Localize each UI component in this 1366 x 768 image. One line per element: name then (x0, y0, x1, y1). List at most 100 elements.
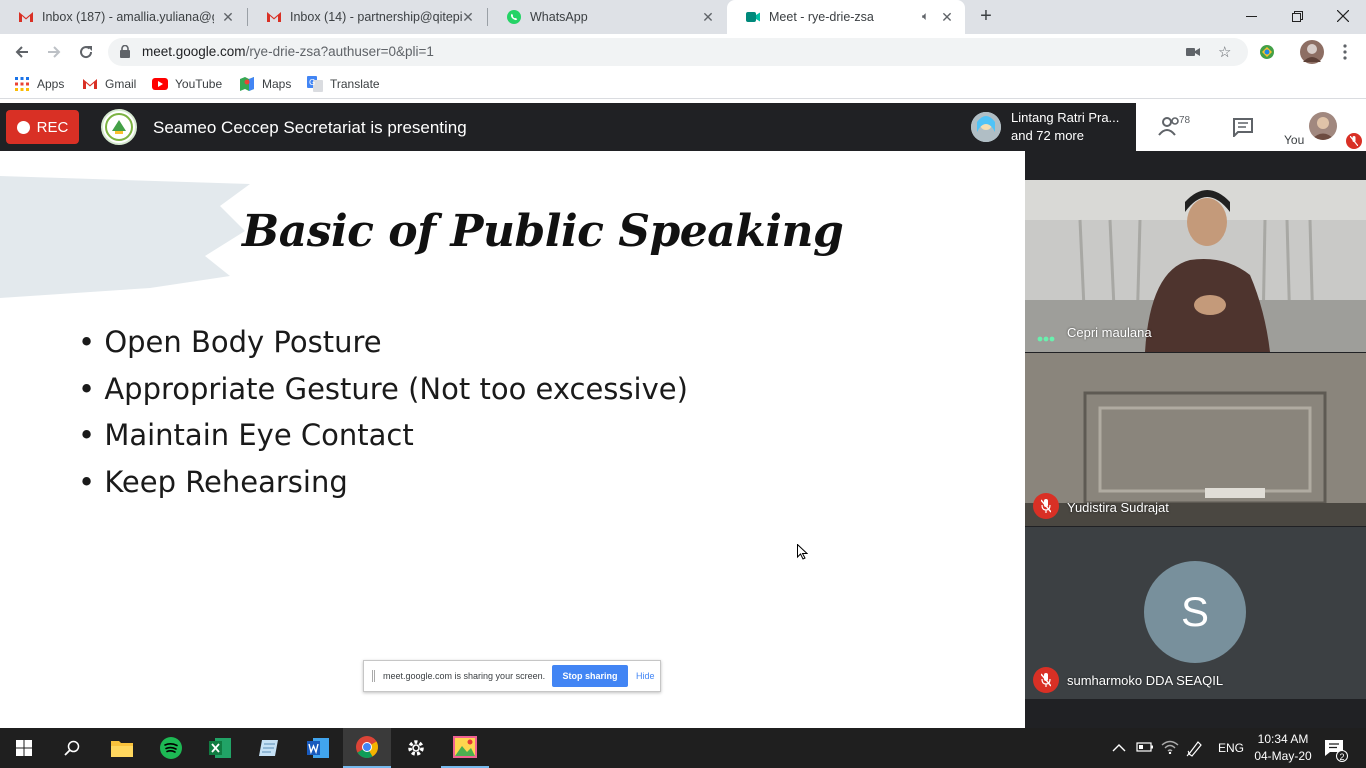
profile-avatar[interactable] (1298, 38, 1326, 66)
camera-icon[interactable] (1186, 45, 1200, 63)
tab-title: Meet - rye-drie-zsa (769, 10, 874, 24)
participant-name: Cepri maulana (1067, 325, 1152, 340)
forward-button[interactable] (40, 38, 68, 66)
self-label: You (1284, 133, 1305, 147)
windows-start-icon[interactable] (0, 728, 48, 768)
spotify-icon[interactable] (147, 728, 195, 768)
pen-ink-icon[interactable] (1186, 739, 1204, 762)
clock-time[interactable]: 10:34 AM (1256, 732, 1310, 746)
url-host: meet.google.com (142, 44, 246, 59)
slide-bullet: • Keep Rehearsing (78, 465, 348, 499)
settings-gear-icon[interactable] (392, 728, 440, 768)
participant-chip-name: Lintang Ratri Pra... (1011, 110, 1120, 125)
excel-icon[interactable] (196, 728, 244, 768)
slide-title: Basic of Public Speaking (242, 206, 844, 257)
gmail-icon (266, 9, 282, 25)
tab-title: Inbox (14) - partnership@qitepin (290, 10, 462, 24)
mic-off-icon (1033, 667, 1059, 693)
youtube-icon (152, 76, 168, 92)
bookmark-youtube[interactable]: YouTube (152, 76, 222, 92)
close-window-button[interactable] (1320, 0, 1366, 32)
menu-kebab-icon[interactable] (1331, 38, 1359, 66)
hide-share-bar-link[interactable]: Hide (636, 671, 655, 681)
restore-window-button[interactable] (1274, 0, 1320, 32)
clock-date[interactable]: 04-May-20 (1250, 749, 1316, 763)
participant-chip-more: and 72 more (1011, 128, 1084, 143)
battery-icon[interactable] (1136, 740, 1154, 759)
presenter-logo (101, 109, 137, 145)
tray-expand-chevron-icon[interactable] (1112, 740, 1126, 758)
close-tab-icon[interactable]: ✕ (700, 9, 716, 25)
participant-chip-text: Lintang Ratri Pra... and 72 more (1011, 109, 1119, 145)
image-viewer-icon[interactable] (441, 728, 489, 768)
chat-icon[interactable] (1233, 118, 1253, 142)
recording-indicator[interactable]: REC (6, 110, 79, 144)
slide-bullet: • Open Body Posture (78, 325, 382, 359)
address-bar[interactable]: meet.google.com/rye-drie-zsa?authuser=0&… (108, 38, 1248, 66)
participants-video-panel: Cepri maulana Yudistira Sudrajat sumharm… (1025, 151, 1366, 728)
chrome-icon[interactable] (343, 728, 391, 768)
self-mic-off-icon[interactable] (1346, 133, 1362, 149)
reload-button[interactable] (72, 38, 100, 66)
video-tile-cepri[interactable]: Cepri maulana (1025, 180, 1366, 352)
language-indicator[interactable]: ENG (1218, 741, 1244, 755)
slide-bullet: • Appropriate Gesture (Not too excessive… (78, 372, 688, 406)
video-tile-yudistira[interactable]: Yudistira Sudrajat (1025, 353, 1366, 526)
tab-gmail-inbox-2[interactable]: Inbox (14) - partnership@qitepin ✕ (248, 0, 486, 34)
brush-stroke-decoration (0, 176, 250, 298)
windows-taskbar: ENG 10:34 AM 04-May-20 2 (0, 728, 1366, 768)
share-message: meet.google.com is sharing your screen. (383, 671, 546, 681)
tab-title: WhatsApp (530, 10, 588, 24)
lock-icon[interactable] (120, 44, 130, 63)
back-button[interactable] (8, 38, 36, 66)
tab-strip: Inbox (187) - amallia.yuliana@gm ✕ Inbox… (0, 0, 1366, 34)
participant-name: Yudistira Sudrajat (1067, 500, 1169, 515)
file-explorer-icon[interactable] (98, 728, 146, 768)
participant-avatar (971, 112, 1001, 142)
bookmarks-bar: Apps Gmail YouTube Maps G Translate (0, 70, 1366, 99)
presenting-status: Seameo Ceccep Secretariat is presenting (153, 118, 467, 137)
new-tab-button[interactable]: + (975, 6, 997, 28)
url-text: meet.google.com/rye-drie-zsa?authuser=0&… (142, 44, 434, 59)
slide-bullet: • Maintain Eye Contact (78, 418, 414, 452)
browser-toolbar: meet.google.com/rye-drie-zsa?authuser=0&… (0, 34, 1366, 90)
whatsapp-icon (506, 9, 522, 25)
rec-label: REC (36, 118, 69, 136)
bookmark-translate[interactable]: G Translate (307, 76, 380, 92)
participant-name: sumharmoko DDA SEAQIL (1067, 673, 1224, 688)
search-icon[interactable] (48, 728, 96, 768)
tab-whatsapp[interactable]: WhatsApp ✕ (488, 0, 726, 34)
bookmark-star-icon[interactable]: ☆ (1218, 43, 1231, 61)
word-icon[interactable] (294, 728, 342, 768)
stop-sharing-button[interactable]: Stop sharing (552, 665, 628, 687)
bookmark-maps[interactable]: Maps (239, 76, 291, 92)
close-tab-icon[interactable]: ✕ (939, 9, 955, 25)
people-count: 78 (1179, 115, 1191, 126)
bookmark-label: Gmail (105, 77, 137, 91)
bookmark-label: YouTube (175, 77, 223, 91)
extension-icon[interactable] (1253, 38, 1281, 66)
bookmark-label: Translate (330, 77, 380, 91)
bookmark-gmail[interactable]: Gmail (82, 76, 136, 92)
close-tab-icon[interactable]: ✕ (460, 9, 476, 25)
wifi-icon[interactable] (1161, 740, 1179, 759)
bookmark-label: Maps (262, 77, 292, 91)
apps-grid-icon (14, 76, 30, 92)
tab-meet[interactable]: Meet - rye-drie-zsa 🔈︎ ✕ (727, 0, 965, 34)
drag-handle-icon[interactable] (372, 670, 375, 682)
close-tab-icon[interactable]: ✕ (220, 9, 236, 25)
bookmark-label: Apps (37, 77, 65, 91)
bookmark-apps[interactable]: Apps (14, 76, 64, 92)
self-video-thumbnail[interactable] (1309, 112, 1337, 140)
participant-avatar-letter: S (1144, 561, 1246, 663)
screen-share-notice-bar: meet.google.com is sharing your screen. … (363, 660, 661, 692)
panel-header-spacer (1025, 151, 1366, 180)
minimize-window-button[interactable] (1228, 0, 1274, 32)
svg-text:G: G (309, 78, 315, 87)
notepad-icon[interactable] (245, 728, 293, 768)
tab-gmail-inbox-1[interactable]: Inbox (187) - amallia.yuliana@gm ✕ (0, 0, 246, 34)
active-participant-chip[interactable]: Lintang Ratri Pra... and 72 more (965, 103, 1135, 151)
meet-icon (745, 9, 761, 25)
speaker-icon[interactable]: 🔈︎ (922, 9, 929, 24)
url-path: /rye-drie-zsa?authuser=0&pli=1 (245, 44, 434, 59)
